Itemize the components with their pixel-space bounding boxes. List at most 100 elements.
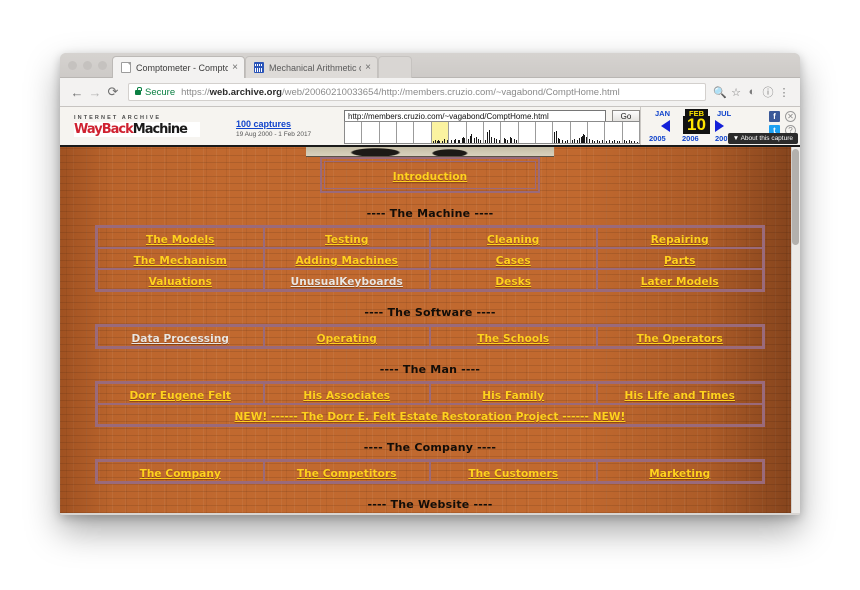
timeline-year-column[interactable] <box>467 122 484 143</box>
timeline-year-column[interactable] <box>623 122 641 143</box>
tab-mechanical-arithmetic[interactable]: Mechanical Arithmetic or The × <box>245 56 378 78</box>
scrollbar-thumb[interactable] <box>792 149 799 245</box>
timeline-year-column[interactable] <box>484 122 502 143</box>
maximize-window-button[interactable] <box>98 61 107 70</box>
timeline-year-column[interactable] <box>397 122 415 143</box>
timeline-year-column[interactable] <box>380 122 398 143</box>
tab-close-button[interactable]: × <box>232 62 238 73</box>
timeline-bars <box>362 130 378 143</box>
close-icon[interactable]: ✕ <box>785 111 796 122</box>
captures-date-range: 19 Aug 2000 - 1 Feb 2017 <box>236 131 312 138</box>
menu-icon[interactable]: ⋮ <box>776 86 792 99</box>
reload-icon[interactable]: ⟳ <box>104 84 122 100</box>
link-valuations[interactable]: Valuations <box>149 276 212 288</box>
link-marketing[interactable]: Marketing <box>649 468 710 480</box>
timeline-year-column[interactable] <box>414 122 432 143</box>
nav-cell: Data Processing <box>97 326 264 347</box>
link-the-schools[interactable]: The Schools <box>477 333 549 345</box>
wayback-logo[interactable]: INTERNET ARCHIVE WayBack Machine <box>64 107 236 145</box>
close-window-button[interactable] <box>68 61 77 70</box>
next-capture-icon[interactable] <box>715 120 724 132</box>
wayback-center: http://members.cruzio.com/~vagabond/Comp… <box>344 107 641 145</box>
link-his-family[interactable]: His Family <box>482 390 544 402</box>
nav-cell: Parts <box>596 248 763 269</box>
timeline-year-column[interactable] <box>501 122 519 143</box>
back-icon[interactable]: ← <box>68 85 86 100</box>
captures-count-link[interactable]: 100 captures <box>236 118 344 130</box>
nav-cell: The Mechanism <box>97 248 264 269</box>
nav-cell: Dorr Eugene Felt <box>97 383 264 404</box>
link-data-processing[interactable]: Data Processing <box>131 333 229 345</box>
link-dorr-e-felt-estate-restoration-project[interactable]: NEW! ------ The Dorr E. Felt Estate Rest… <box>235 411 626 423</box>
timeline-bars <box>414 130 430 143</box>
timeline-year-column[interactable] <box>345 122 363 143</box>
timeline-year-column[interactable] <box>571 122 589 143</box>
link-repairing[interactable]: Repairing <box>651 234 709 246</box>
timeline-year-column[interactable] <box>519 122 536 143</box>
extension-icon[interactable]: ◐ <box>744 86 760 98</box>
timeline-year-column[interactable] <box>605 122 623 143</box>
link-the-competitors[interactable]: The Competitors <box>297 468 397 480</box>
link-his-life-and-times[interactable]: His Life and Times <box>624 390 735 402</box>
month-prev-label[interactable]: JAN <box>655 109 670 118</box>
timeline-year-column[interactable] <box>431 122 450 143</box>
month-next-label[interactable]: JUL <box>717 109 731 118</box>
info-icon[interactable]: ⓘ <box>760 84 776 100</box>
link-testing[interactable]: Testing <box>325 234 368 246</box>
link-the-models[interactable]: The Models <box>146 234 215 246</box>
link-adding-machines[interactable]: Adding Machines <box>295 255 398 267</box>
timeline-year-column[interactable] <box>362 122 380 143</box>
timeline-year-column[interactable] <box>588 122 606 143</box>
timeline-year-column[interactable] <box>553 122 571 143</box>
link-the-operators[interactable]: The Operators <box>637 333 723 345</box>
new-tab-button[interactable] <box>378 56 412 78</box>
zoom-icon[interactable]: 🔍 <box>712 86 728 99</box>
nav-cell: The Competitors <box>263 461 430 482</box>
page-scroll-area: Introduction ---- The Machine ---- The Mo… <box>60 147 800 513</box>
timeline-bars <box>397 130 413 143</box>
link-his-associates[interactable]: His Associates <box>303 390 390 402</box>
about-this-capture-button[interactable]: ▼ About this capture <box>727 133 798 144</box>
tab-close-button[interactable]: × <box>365 62 371 73</box>
timeline-bars <box>571 130 587 143</box>
prev-capture-icon[interactable] <box>661 120 670 132</box>
link-unusualkeyboards[interactable]: UnusualKeyboards <box>291 276 403 288</box>
section-heading: ---- The Software ---- <box>364 306 496 319</box>
link-parts[interactable]: Parts <box>664 255 695 267</box>
link-operating[interactable]: Operating <box>317 333 377 345</box>
year-prev-label[interactable]: 2005 <box>649 134 666 143</box>
timeline-bars <box>553 130 569 143</box>
capture-timeline[interactable] <box>344 121 641 144</box>
address-bar[interactable]: Secure https://web.archive.org/web/20060… <box>128 83 706 101</box>
bookmark-star-icon[interactable]: ☆ <box>728 86 744 99</box>
nav-cell: Valuations <box>97 269 264 290</box>
timeline-year-column[interactable] <box>536 122 554 143</box>
vertical-scrollbar[interactable] <box>791 147 800 513</box>
forward-icon[interactable]: → <box>86 85 104 100</box>
link-later-models[interactable]: Later Models <box>641 276 719 288</box>
link-desks[interactable]: Desks <box>495 276 531 288</box>
tab-comptometer[interactable]: Comptometer - Comptometers × <box>112 56 245 78</box>
link-cleaning[interactable]: Cleaning <box>487 234 539 246</box>
screenshot-root: Comptometer - Comptometers × Mechanical … <box>0 0 860 590</box>
link-the-company[interactable]: The Company <box>140 468 221 480</box>
link-the-mechanism[interactable]: The Mechanism <box>134 255 227 267</box>
link-dorr-eugene-felt[interactable]: Dorr Eugene Felt <box>129 390 231 402</box>
nav-cell-full: NEW! ------ The Dorr E. Felt Estate Rest… <box>97 404 763 425</box>
link-the-customers[interactable]: The Customers <box>468 468 558 480</box>
captures-info: 100 captures 19 Aug 2000 - 1 Feb 2017 <box>236 107 344 145</box>
nav-cell: The Company <box>97 461 264 482</box>
nav-sections: ---- The Machine ---- The Models Testing Cl… <box>95 207 765 513</box>
url-scheme: https:// <box>181 86 210 98</box>
secure-label: Secure <box>145 86 176 98</box>
minimize-window-button[interactable] <box>83 61 92 70</box>
link-cases[interactable]: Cases <box>496 255 531 267</box>
timeline-year-column[interactable] <box>449 122 467 143</box>
url-text: https://web.archive.org/web/200602100336… <box>181 87 620 98</box>
section-heading: ---- The Company ---- <box>363 441 497 454</box>
section-heading: ---- The Machine ---- <box>366 207 494 220</box>
facebook-icon[interactable]: f <box>769 111 780 122</box>
nav-cell: His Life and Times <box>596 383 763 404</box>
page-icon <box>121 62 131 73</box>
link-introduction[interactable]: Introduction <box>393 171 468 183</box>
